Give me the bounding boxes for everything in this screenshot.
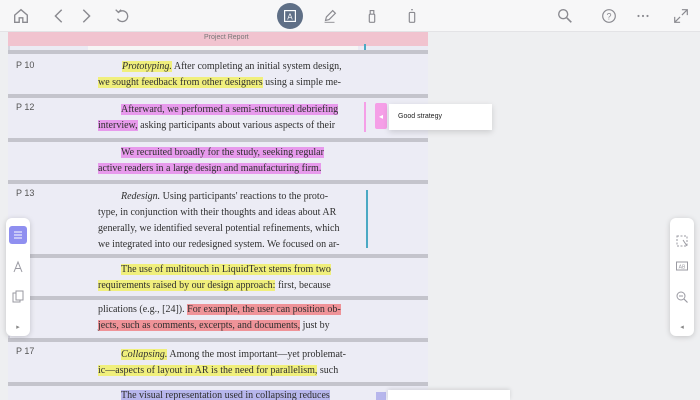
text-line: The use of multitouch in LiquidText stem… (121, 264, 331, 276)
text-box-icon[interactable]: AB (673, 258, 691, 276)
select-area-icon[interactable] (673, 232, 691, 250)
excerpt-p13c[interactable]: plications (e.g., [24]). For example, th… (8, 300, 428, 336)
heading-em: Prototyping. (122, 61, 172, 72)
page-number: P 17 (16, 346, 35, 356)
text-line: plications (e.g., [24]). For example, th… (98, 304, 341, 316)
page-number: P 10 (16, 60, 35, 70)
toolbar: A ? (0, 0, 700, 32)
document-copy-icon[interactable] (9, 288, 27, 306)
highlight-yellow[interactable]: The use of multitouch in LiquidText stem… (121, 264, 331, 275)
help-icon[interactable]: ? (596, 3, 622, 29)
svg-text:?: ? (606, 12, 611, 22)
text-run: just by (300, 320, 330, 331)
left-tool-panel: ▸ (6, 218, 30, 336)
text-run: such (317, 365, 339, 376)
comment-handle[interactable]: ◂ (375, 103, 387, 129)
excerpt-p12b[interactable]: We recruited broadly for the study, seek… (8, 142, 428, 180)
highlight-pink[interactable]: Afterward, we performed a semi-structure… (121, 104, 339, 115)
home-icon[interactable] (8, 3, 34, 29)
text-run: After completing an initial system desig… (171, 61, 342, 72)
text-line: generally, we identified several potenti… (98, 223, 340, 234)
document-view[interactable]: Project Report P 10 Prototyping. After c… (8, 32, 428, 400)
highlight-blue[interactable]: The visual representation used in collap… (121, 390, 330, 400)
text-line: we sought feedback from other designers … (98, 77, 341, 89)
excerpt-p13b[interactable]: The use of multitouch in LiquidText stem… (8, 258, 428, 296)
highlight-pink[interactable]: interview, (98, 120, 138, 131)
expand-icon[interactable] (668, 3, 694, 29)
text-line: We recruited broadly for the study, seek… (121, 147, 324, 159)
text-line: requirements raised by our design approa… (98, 280, 331, 292)
highlight-red[interactable]: For example, the user can position ob- (187, 304, 341, 315)
highlight-red[interactable]: jects, such as comments, excerpts, and d… (98, 320, 301, 331)
excerpt-p10[interactable]: P 10 Prototyping. After completing an in… (8, 54, 428, 94)
excerpt-p17b[interactable]: The visual representation used in collap… (8, 386, 428, 400)
right-tool-panel: AB ◂ (670, 218, 694, 336)
eraser-icon[interactable] (399, 3, 425, 29)
text-run: plications (e.g., [24]). (98, 304, 188, 315)
link-bar[interactable] (366, 190, 368, 248)
document-title: Project Report (204, 34, 249, 41)
pen-icon[interactable] (317, 3, 343, 29)
text-run: Using participants' reactions to the pro… (160, 191, 329, 202)
page-number: P 13 (16, 188, 35, 198)
text-run: asking participants about various aspect… (137, 120, 336, 131)
text-run: using a simple me- (262, 77, 341, 88)
excerpt-p13[interactable]: P 13 Redesign. Using participants' react… (8, 184, 428, 254)
text-line: we integrated into our redesigned system… (98, 239, 340, 250)
text-line: interview, asking participants about var… (98, 120, 335, 132)
search-icon[interactable] (552, 3, 578, 29)
highlight-yellow[interactable]: we sought feedback from other designers (98, 77, 263, 88)
heading-em: Redesign. (121, 191, 161, 202)
panel-collapse-icon[interactable]: ▸ (6, 323, 30, 331)
svg-text:AB: AB (679, 265, 686, 271)
text-line: active readers in a large design and man… (98, 163, 322, 175)
link-bar[interactable] (364, 102, 366, 132)
undo-icon[interactable] (109, 3, 135, 29)
more-icon[interactable] (630, 3, 656, 29)
text-line: type, in conjunction with their thoughts… (98, 207, 337, 218)
comment-card[interactable]: Good strategy (389, 104, 492, 130)
text-line: Redesign. Using participants' reactions … (121, 191, 328, 203)
text-line: The visual representation used in collap… (121, 390, 330, 400)
svg-text:A: A (287, 13, 293, 22)
highlight-yellow[interactable]: requirements raised by our design approa… (98, 280, 276, 291)
heading-em: Collapsing. (121, 349, 168, 360)
link-marker[interactable] (376, 392, 386, 400)
comment-text: Good strategy (398, 113, 442, 120)
text-line: Prototyping. After completing an initial… (122, 61, 342, 73)
back-icon[interactable] (46, 3, 72, 29)
excerpt-p17[interactable]: P 17 Collapsing. Among the most importan… (8, 342, 428, 382)
text-style-icon[interactable] (9, 258, 27, 276)
highlight-yellow[interactable]: ic—aspects of layout in AR is the need f… (98, 365, 318, 376)
text-line: ic—aspects of layout in AR is the need f… (98, 365, 338, 377)
text-run: first, because (275, 280, 331, 291)
panel-collapse-icon[interactable]: ◂ (670, 323, 694, 331)
page-number: P 12 (16, 102, 35, 112)
text-line: jects, such as comments, excerpts, and d… (98, 320, 330, 332)
note-icon[interactable] (9, 226, 27, 244)
zoom-out-icon[interactable] (673, 288, 691, 306)
text-line: Afterward, we performed a semi-structure… (121, 104, 339, 116)
highlight-pink[interactable]: We recruited broadly for the study, seek… (121, 147, 324, 158)
text-run: Among the most important—yet problemat- (167, 349, 346, 360)
highlighter-icon[interactable] (359, 3, 385, 29)
collapse-arrow-icon: ◂ (378, 111, 383, 121)
forward-icon[interactable] (73, 3, 99, 29)
text-line: Collapsing. Among the most important—yet… (121, 349, 346, 361)
highlight-pink[interactable]: active readers in a large design and man… (98, 163, 322, 174)
workspace-card[interactable] (388, 390, 510, 400)
text-select-icon[interactable]: A (277, 3, 303, 29)
